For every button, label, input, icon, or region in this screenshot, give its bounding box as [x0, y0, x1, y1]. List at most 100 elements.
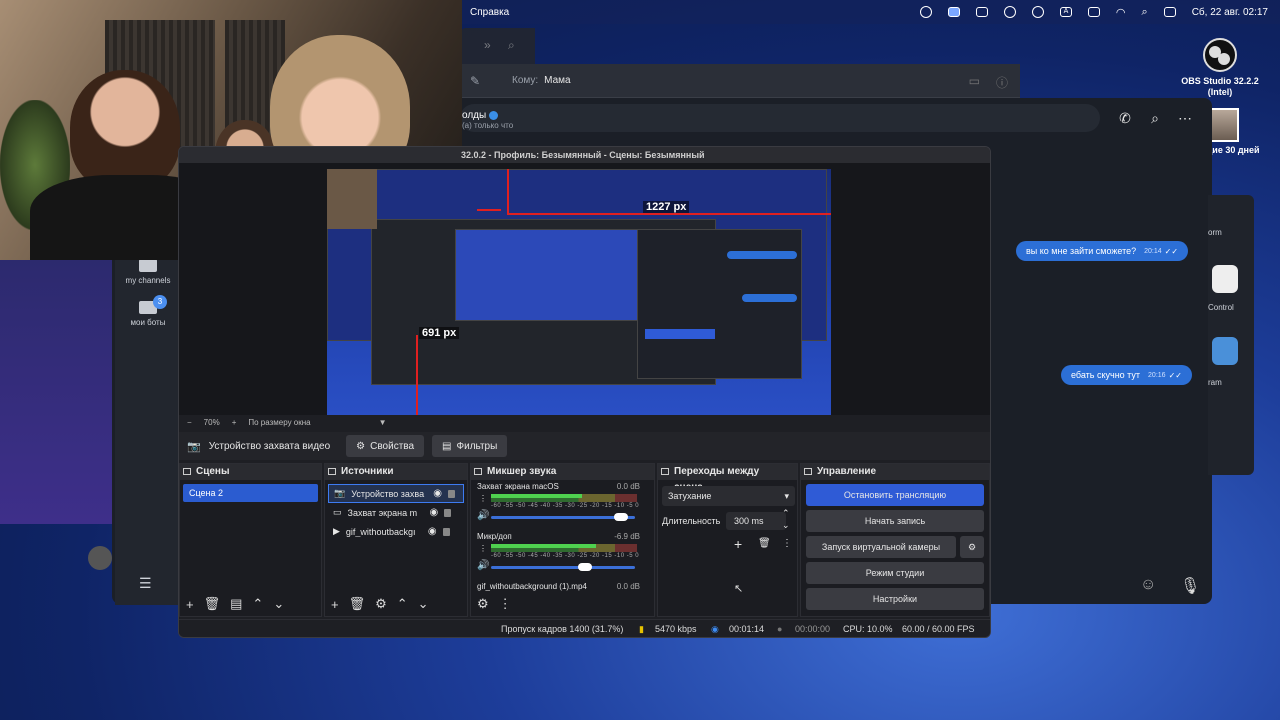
- message-bubble[interactable]: вы ко мне зайти сможете? 20:14 ✓✓: [1016, 241, 1189, 261]
- bitrate: 5470 kbps: [655, 624, 697, 634]
- compose-to-value[interactable]: Мама: [544, 75, 570, 86]
- mixer-channel: Микр/доп -6.9 dB ⋮ -60 -55 -50 -45 -40 -…: [471, 530, 654, 580]
- compose-icon[interactable]: ✎: [470, 74, 480, 88]
- trash-icon[interactable]: 🗑: [758, 538, 771, 549]
- add-icon[interactable]: +: [734, 536, 742, 552]
- more-vertical-icon[interactable]: ⋮: [499, 596, 512, 612]
- input-source-icon[interactable]: A: [1059, 7, 1072, 17]
- chevron-down-icon[interactable]: ⌄: [273, 596, 284, 612]
- settings-button[interactable]: Настройки: [806, 588, 984, 610]
- meter-scale: -60 -55 -50 -45 -40 -35 -30 -25 -20 -15 …: [491, 503, 640, 509]
- speaker-icon[interactable]: 🔊: [477, 560, 489, 571]
- start-recording-button[interactable]: Начать запись: [806, 510, 984, 532]
- trash-icon[interactable]: 🗑: [349, 596, 366, 612]
- gamepad-icon[interactable]: [975, 7, 988, 17]
- background-app-window: [0, 258, 112, 524]
- chevron-right-icon: »: [484, 38, 491, 52]
- display-icon[interactable]: [947, 7, 960, 17]
- duration-input[interactable]: 300 ms: [726, 512, 786, 530]
- advanced-audio-icon[interactable]: ⚙: [477, 596, 489, 612]
- screen-time-icon[interactable]: [919, 6, 932, 18]
- studio-mode-button[interactable]: Режим студии: [806, 562, 984, 584]
- search-icon[interactable]: ⌕: [1142, 6, 1148, 19]
- add-icon[interactable]: +: [186, 597, 194, 612]
- record-icon: ●: [777, 624, 783, 634]
- play-icon: ▶: [333, 526, 340, 536]
- stop-streaming-button[interactable]: Остановить трансляцию: [806, 484, 984, 506]
- source-item[interactable]: ▶ gif_withoutbackgı ◉: [328, 522, 464, 541]
- obs-preview-canvas[interactable]: 1227 px 691 px: [327, 169, 831, 415]
- desktop-obs-shortcut[interactable]: OBS Studio 32.2.2 (Intel): [1180, 38, 1260, 98]
- start-virtual-camera-button[interactable]: Запуск виртуальной камеры: [806, 536, 956, 558]
- source-item[interactable]: 📷 Устройство захва ◉: [328, 484, 464, 503]
- chevron-up-icon[interactable]: ⌃: [252, 596, 263, 612]
- sources-footer: + 🗑 ⚙ ⌃ ⌄: [325, 592, 467, 616]
- camera-share-icon[interactable]: [1003, 6, 1016, 18]
- zoom-in-button[interactable]: +: [232, 418, 237, 427]
- scene-item[interactable]: Сцена 2: [183, 484, 318, 502]
- visibility-eye-icon[interactable]: ◉: [433, 488, 442, 499]
- avatar[interactable]: [88, 546, 112, 570]
- stepper-down-icon[interactable]: ⌄: [782, 520, 790, 531]
- microphone-icon[interactable]: 🎙: [1180, 576, 1200, 596]
- properties-button[interactable]: ⚙ Свойства: [346, 435, 425, 457]
- chat-name[interactable]: олды: [462, 110, 499, 121]
- transition-select[interactable]: Затухание ▾: [662, 486, 795, 506]
- obs-logo-icon: [1203, 38, 1237, 72]
- info-icon[interactable]: ⓘ: [996, 74, 1008, 91]
- menubar-datetime[interactable]: Сб, 22 авг. 02:17: [1192, 7, 1268, 18]
- phone-icon[interactable]: ✆: [1113, 106, 1137, 130]
- settings-sliders-icon[interactable]: ☰: [139, 575, 152, 592]
- sidebar-item-my-channels[interactable]: my channels: [115, 259, 181, 285]
- more-vertical-icon[interactable]: ⋮: [479, 544, 487, 553]
- sidebar-item-my-bots[interactable]: 3 мои боты: [115, 295, 181, 327]
- chevron-up-icon[interactable]: ⌃: [397, 596, 408, 612]
- add-icon[interactable]: +: [331, 597, 339, 612]
- visibility-eye-icon[interactable]: ◉: [430, 507, 439, 518]
- filters-button[interactable]: ▤ Фильтры: [432, 435, 508, 457]
- macos-menubar: Справка A ◠ ⌕ Сб, 22 авг. 02:17: [460, 0, 1280, 24]
- lock-icon[interactable]: [444, 508, 452, 517]
- vpn-icon[interactable]: [1031, 6, 1044, 18]
- duration-label: Длительность: [662, 516, 721, 526]
- wifi-icon[interactable]: ◠: [1116, 6, 1126, 19]
- scenes-footer: + 🗑 ▤ ⌃ ⌄: [180, 592, 321, 616]
- app-icon[interactable]: [1212, 337, 1238, 365]
- more-vertical-icon[interactable]: ⋮: [782, 538, 792, 549]
- emoji-icon[interactable]: ☺: [1140, 576, 1156, 594]
- speaker-icon[interactable]: 🔊: [477, 510, 489, 521]
- chat-header: [460, 104, 1100, 132]
- lock-icon[interactable]: [442, 527, 450, 536]
- trash-icon[interactable]: 🗑: [204, 596, 221, 612]
- volume-slider[interactable]: [491, 563, 635, 571]
- cpu-usage: CPU: 10.0%: [843, 624, 893, 634]
- volume-knob[interactable]: [613, 513, 628, 521]
- visibility-eye-icon[interactable]: ◉: [428, 526, 437, 537]
- lock-icon[interactable]: [447, 489, 455, 498]
- zoom-mode[interactable]: По размеру окна: [248, 418, 310, 427]
- mixer-dock: Микшер звука Захват экрана macOS 0.0 dB …: [470, 463, 655, 617]
- read-checkmarks-icon: ✓✓: [1164, 246, 1179, 256]
- volume-slider[interactable]: [491, 513, 635, 521]
- chevron-down-icon[interactable]: ▼: [379, 418, 387, 427]
- source-item[interactable]: ▭ Захват экрана m ◉: [328, 503, 464, 522]
- zoom-out-button[interactable]: −: [187, 418, 192, 427]
- control-center-icon[interactable]: [1163, 7, 1176, 17]
- controls-dock: Управление Остановить трансляцию Начать …: [800, 463, 990, 617]
- nested-bubble: [742, 294, 797, 302]
- chevron-down-icon[interactable]: ⌄: [418, 596, 429, 612]
- filter-icon[interactable]: ▤: [230, 596, 242, 612]
- gear-icon[interactable]: ⚙: [375, 596, 387, 612]
- more-vertical-icon[interactable]: ⋮: [479, 494, 487, 503]
- search-icon[interactable]: ⌕: [1143, 106, 1167, 130]
- more-icon[interactable]: ⋯: [1173, 106, 1197, 130]
- compose-to-label: Кому:: [512, 75, 539, 86]
- volume-knob[interactable]: [577, 563, 592, 571]
- battery-icon[interactable]: [1087, 7, 1100, 17]
- app-icon[interactable]: [1212, 265, 1238, 293]
- menu-help[interactable]: Справка: [470, 7, 509, 18]
- video-call-icon[interactable]: ▭: [969, 74, 980, 88]
- virtual-camera-settings-icon[interactable]: ⚙: [960, 536, 984, 558]
- stepper-up-icon[interactable]: ⌃: [782, 508, 790, 519]
- message-bubble[interactable]: ебать скучно тут 20:16 ✓✓: [1061, 365, 1192, 385]
